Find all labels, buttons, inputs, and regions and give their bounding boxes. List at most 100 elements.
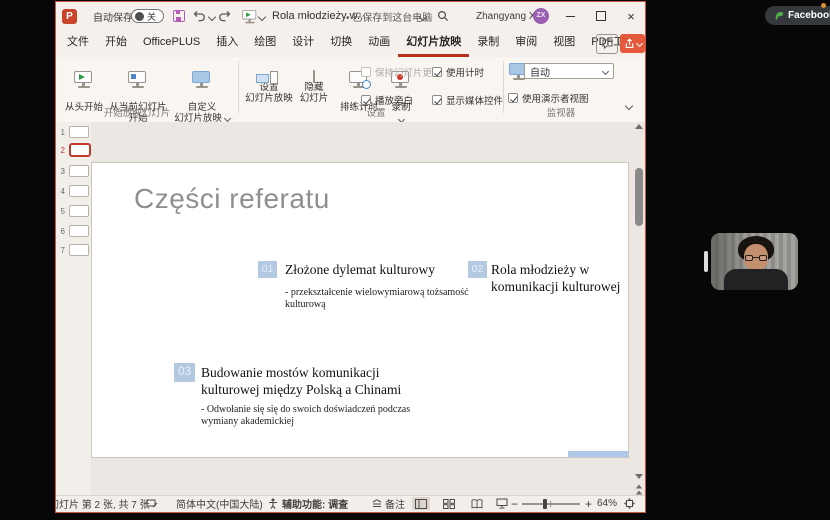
thumbnail-slide-2-selected[interactable]: 2 bbox=[56, 143, 91, 157]
ribbon: 从头开始 从当前幻灯片 开始 自定义 幻灯片放映 开始放映幻灯片 设置 幻灯片放… bbox=[56, 57, 645, 123]
minimize-button[interactable] bbox=[556, 2, 584, 30]
checkbox-checked-icon bbox=[361, 95, 371, 105]
facebook-notification-chip[interactable]: Facebook bbox=[765, 6, 830, 25]
webcam-drag-handle[interactable] bbox=[704, 251, 708, 272]
slide-sorter-icon bbox=[443, 499, 455, 509]
close-icon: × bbox=[627, 9, 635, 24]
normal-view-icon bbox=[415, 499, 427, 509]
work-area: 1 2 3 4 5 6 7 Części referatu 01 Złożone… bbox=[56, 122, 645, 499]
checkbox-checked-icon bbox=[432, 67, 442, 77]
slide-canvas[interactable]: Części referatu 01 Złożone dylemat kultu… bbox=[91, 162, 629, 458]
item-03-subtext[interactable]: - Odwołanie się się do swoich doświadcze… bbox=[201, 404, 425, 428]
redo-button[interactable] bbox=[218, 2, 231, 30]
accessibility-icon bbox=[268, 496, 278, 511]
autosave-state: 关 bbox=[147, 10, 156, 23]
language-indicator[interactable]: 简体中文(中国大陆) bbox=[176, 496, 263, 511]
hide-slide-button[interactable]: 隐藏 幻灯片 bbox=[294, 60, 334, 104]
from-beginning-icon bbox=[73, 71, 95, 90]
undo-dropdown-icon[interactable] bbox=[208, 13, 216, 21]
item-02-heading[interactable]: Rola młodzieży w komunikacji kulturowej bbox=[491, 261, 623, 295]
powerpoint-app-icon[interactable]: P bbox=[62, 9, 77, 24]
item-01-subtext[interactable]: - przekształcenie wielowymiarową tożsamo… bbox=[285, 287, 475, 311]
normal-view-button[interactable] bbox=[412, 497, 430, 510]
undo-button[interactable] bbox=[193, 2, 206, 30]
titlebar: P 自动保存 关 Rola młodzieży w... • 已保存到这台电脑 bbox=[56, 2, 645, 30]
scroll-down-button[interactable] bbox=[635, 474, 643, 479]
reading-view-button[interactable] bbox=[468, 497, 486, 510]
accessibility-status[interactable]: 辅助功能: 调查 bbox=[282, 496, 348, 511]
zoom-out-button[interactable]: − bbox=[511, 496, 518, 511]
tab-review[interactable]: 审阅 bbox=[507, 31, 545, 57]
display-settings-icon[interactable] bbox=[146, 496, 158, 511]
save-icon[interactable] bbox=[173, 10, 185, 22]
avatar[interactable]: ZX bbox=[533, 8, 549, 24]
thumbnail-slide-1[interactable]: 1 bbox=[56, 126, 89, 138]
share-button[interactable] bbox=[620, 34, 645, 53]
slideshow-view-icon bbox=[496, 498, 508, 509]
reading-view-icon bbox=[471, 499, 483, 509]
notification-dot bbox=[821, 3, 826, 8]
zoom-slider-thumb[interactable] bbox=[543, 499, 547, 509]
chevron-down-icon bbox=[602, 67, 609, 74]
from-current-slide-icon bbox=[127, 71, 149, 90]
tab-view[interactable]: 视图 bbox=[545, 31, 583, 57]
use-presenter-view-checkbox[interactable]: 使用演示者视图 bbox=[508, 91, 589, 105]
use-timings-checkbox[interactable]: 使用计时 bbox=[432, 65, 484, 79]
scrollbar-thumb[interactable] bbox=[635, 168, 643, 226]
checkbox-checked-icon bbox=[508, 93, 518, 103]
share-icon bbox=[624, 38, 635, 49]
group-label-monitors: 监视器 bbox=[506, 105, 616, 119]
zoom-slider[interactable] bbox=[522, 503, 580, 505]
keep-slides-updated-checkbox[interactable]: 保持幻灯片更新 bbox=[361, 65, 442, 79]
tab-insert[interactable]: 插入 bbox=[208, 31, 246, 57]
thumbnail-slide-5[interactable]: 5 bbox=[56, 205, 89, 217]
thumbnail-slide-7[interactable]: 7 bbox=[56, 244, 89, 256]
item-01-number-badge: 01 bbox=[258, 261, 277, 278]
slide-position-indicator: 幻灯片 第 2 张, 共 7 张 bbox=[56, 496, 150, 511]
vertical-scrollbar[interactable] bbox=[632, 122, 645, 499]
tab-officeplus[interactable]: OfficePLUS bbox=[135, 31, 208, 57]
tab-design[interactable]: 设计 bbox=[284, 31, 322, 57]
autosave-toggle[interactable]: 关 bbox=[131, 9, 164, 23]
slideshow-view-button[interactable] bbox=[493, 497, 511, 510]
facebook-label: Facebook bbox=[788, 10, 830, 21]
item-01-heading[interactable]: Złożone dylemat kulturowy bbox=[285, 261, 455, 278]
tab-transitions[interactable]: 切换 bbox=[322, 31, 360, 57]
zoom-in-button[interactable]: + bbox=[585, 496, 592, 511]
monitor-select[interactable]: 自动 bbox=[524, 63, 614, 79]
tab-animations[interactable]: 动画 bbox=[360, 31, 398, 57]
share-dropdown-icon bbox=[635, 40, 642, 47]
thumbnail-slide-4[interactable]: 4 bbox=[56, 185, 89, 197]
maximize-button[interactable] bbox=[587, 2, 615, 30]
collapse-ribbon-icon[interactable] bbox=[625, 102, 633, 110]
notes-icon bbox=[372, 499, 382, 508]
tab-home[interactable]: 开始 bbox=[97, 31, 135, 57]
comment-button[interactable] bbox=[596, 34, 618, 54]
setup-slideshow-button[interactable]: 设置 幻灯片放映 bbox=[244, 60, 294, 104]
checkbox-checked-icon bbox=[432, 95, 442, 105]
tab-file[interactable]: 文件 bbox=[59, 31, 97, 57]
autosave-label: 自动保存 bbox=[93, 2, 133, 30]
facebook-app-icon bbox=[774, 11, 784, 21]
webcam-overlay[interactable] bbox=[711, 233, 798, 290]
tab-draw[interactable]: 绘图 bbox=[246, 31, 284, 57]
search-icon[interactable] bbox=[437, 2, 449, 30]
toggle-knob-icon bbox=[135, 12, 144, 21]
tab-record[interactable]: 录制 bbox=[469, 31, 507, 57]
tab-slideshow[interactable]: 幻灯片放映 bbox=[398, 31, 469, 57]
scroll-up-button[interactable] bbox=[635, 124, 643, 129]
zoom-level[interactable]: 64% bbox=[597, 496, 617, 511]
slide-sorter-view-button[interactable] bbox=[440, 497, 458, 510]
close-button[interactable]: × bbox=[617, 2, 645, 30]
slide-title[interactable]: Części referatu bbox=[134, 183, 330, 215]
fit-to-window-button[interactable] bbox=[624, 496, 635, 511]
notes-button[interactable]: 备注 bbox=[372, 496, 405, 511]
custom-slideshow-icon bbox=[191, 71, 213, 90]
thumbnail-slide-3[interactable]: 3 bbox=[56, 165, 89, 177]
thumbnail-slide-6[interactable]: 6 bbox=[56, 225, 89, 237]
previous-slide-button[interactable] bbox=[635, 484, 643, 495]
powerpoint-window: P 自动保存 关 Rola młodzieży w... • 已保存到这台电脑 bbox=[55, 1, 646, 513]
ribbon-separator bbox=[503, 61, 504, 113]
item-03-heading[interactable]: Budowanie mostów komunikacji kulturowej … bbox=[201, 364, 439, 398]
maximize-icon bbox=[596, 11, 606, 21]
